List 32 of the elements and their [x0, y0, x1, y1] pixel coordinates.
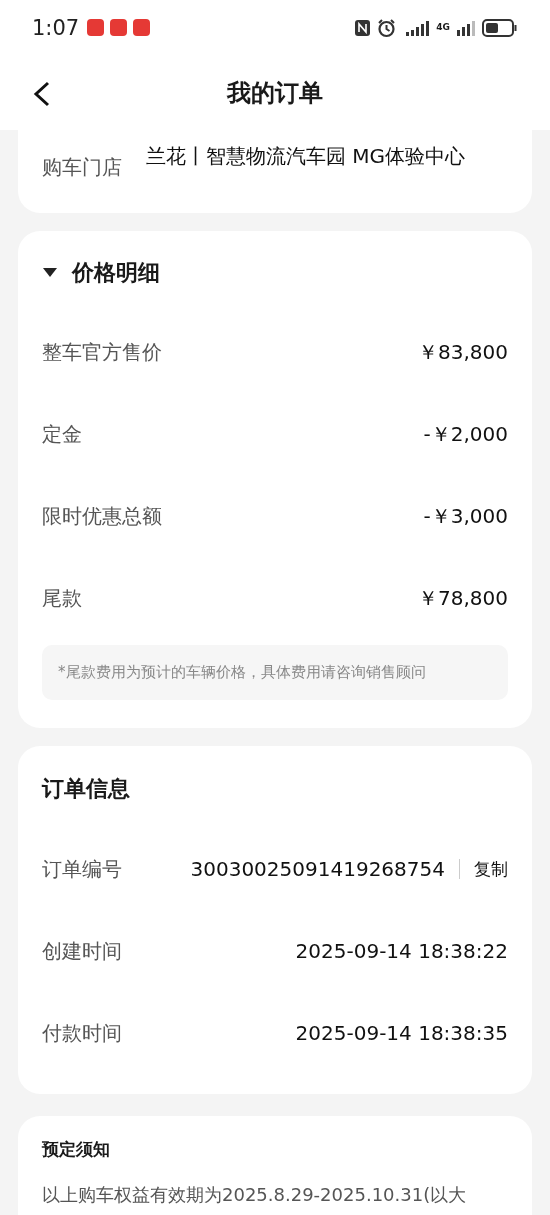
- order-label: 订单编号: [42, 855, 122, 883]
- order-label: 创建时间: [42, 937, 122, 965]
- notice-title: 预定须知: [42, 1138, 111, 1161]
- price-value: ￥78,800: [418, 584, 508, 612]
- store-label: 购车门店: [42, 154, 122, 181]
- order-value: 2025-09-14 18:38:22: [295, 939, 508, 963]
- network-type: 4G: [436, 23, 450, 32]
- price-value: -￥2,000: [423, 420, 508, 448]
- battery-icon: [482, 17, 518, 38]
- section-title[interactable]: 价格明细: [72, 258, 160, 288]
- price-value: -￥3,000: [423, 502, 508, 530]
- alarm-icon: [377, 17, 397, 38]
- store-name: 兰花丨智慧物流汽车园 MG体验中心: [146, 143, 466, 170]
- notification-icon: [133, 19, 151, 36]
- price-label: 限时优惠总额: [42, 502, 162, 530]
- nfc-icon: [354, 17, 372, 38]
- order-label: 付款时间: [42, 1019, 122, 1047]
- price-label: 尾款: [42, 584, 82, 612]
- status-time: 1:07: [32, 15, 80, 40]
- order-value: 30030025091419268754: [190, 857, 445, 881]
- section-title: 订单信息: [42, 775, 130, 803]
- copy-button[interactable]: 复制: [474, 857, 508, 881]
- back-icon[interactable]: [32, 81, 52, 107]
- page-title: 我的订单: [227, 77, 323, 109]
- notification-icon: [110, 19, 128, 36]
- notification-icon: [87, 19, 105, 36]
- price-label: 整车官方售价: [42, 338, 162, 366]
- price-note: *尾款费用为预计的车辆价格，具体费用请咨询销售顾问: [42, 645, 508, 700]
- price-label: 定金: [42, 420, 82, 448]
- order-value: 2025-09-14 18:38:35: [295, 1021, 508, 1045]
- notice-text: 以上购车权益有效期为2025.8.29-2025.10.31(以大: [42, 1183, 468, 1207]
- price-value: ￥83,800: [418, 338, 508, 366]
